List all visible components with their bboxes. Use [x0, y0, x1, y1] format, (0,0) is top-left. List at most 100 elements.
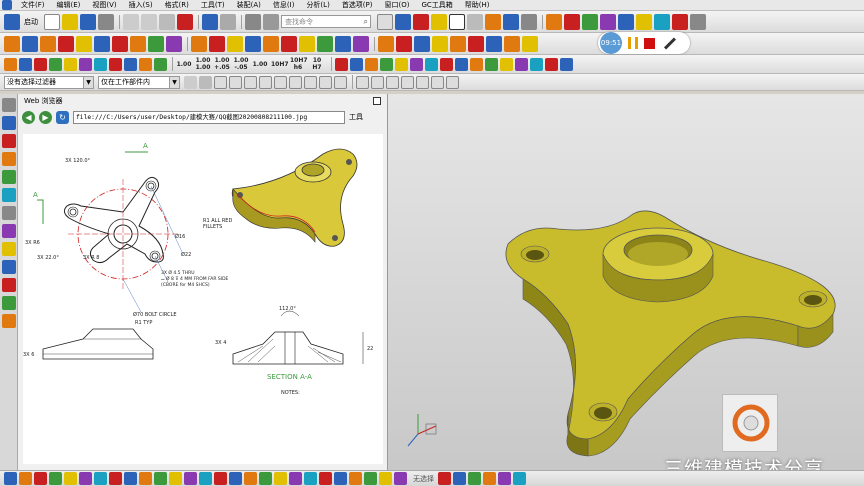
subtract-icon[interactable]	[209, 35, 225, 52]
pen-icon[interactable]	[663, 36, 677, 50]
extrude-icon[interactable]	[22, 35, 38, 52]
view-orient-icon[interactable]	[467, 13, 483, 30]
sketch-chamfer-icon[interactable]	[94, 57, 107, 71]
new-file-icon[interactable]	[44, 13, 60, 30]
snap-midpoint-icon[interactable]	[229, 75, 242, 89]
chevron-down-icon[interactable]: ▼	[169, 76, 179, 88]
snap-on-face-icon[interactable]	[334, 75, 347, 89]
menu-file[interactable]: 文件(F)	[15, 0, 51, 10]
snap-pole-icon[interactable]	[431, 75, 444, 89]
bridge-icon[interactable]	[515, 57, 528, 71]
shade-icon[interactable]	[449, 13, 465, 30]
display-icon[interactable]	[431, 13, 447, 30]
sew-icon[interactable]	[560, 57, 573, 71]
redo-icon[interactable]	[220, 13, 236, 30]
precision-1[interactable]: 1.00	[176, 61, 192, 68]
datum-csys-icon[interactable]	[414, 35, 430, 52]
menu-help[interactable]: 帮助(H)	[459, 0, 496, 10]
process-studio-icon[interactable]	[2, 242, 16, 256]
tb-bottom-6-icon[interactable]	[79, 472, 92, 485]
tb-bottom-20-icon[interactable]	[289, 472, 302, 485]
tolerance-3[interactable]: 10 H7	[309, 57, 325, 71]
groove-icon[interactable]	[148, 35, 164, 52]
start-menu-label[interactable]: 启动	[22, 17, 40, 27]
address-bar-input[interactable]: file:///C:/Users/user/Desktop/建模大赛/QQ截图2…	[73, 110, 345, 124]
palette-icon[interactable]	[2, 314, 16, 328]
menu-view[interactable]: 视图(V)	[86, 0, 122, 10]
reuse-library-icon[interactable]	[2, 152, 16, 166]
undo-icon[interactable]	[202, 13, 218, 30]
precision-3[interactable]: 1.00 +.05	[214, 57, 230, 71]
assembly-navigator-icon[interactable]	[2, 98, 16, 112]
snap-on-curve-icon[interactable]	[319, 75, 332, 89]
menu-window[interactable]: 窗口(O)	[379, 0, 416, 10]
chevron-down-icon[interactable]: ▼	[83, 76, 93, 88]
replace-face-icon[interactable]	[486, 35, 502, 52]
tb-bottom-17-icon[interactable]	[244, 472, 257, 485]
history-icon[interactable]	[2, 206, 16, 220]
sketch-point-tool-icon[interactable]	[498, 472, 511, 485]
tb-bottom-22-icon[interactable]	[319, 472, 332, 485]
tb-bottom-8-icon[interactable]	[109, 472, 122, 485]
open-folder-icon[interactable]	[62, 13, 78, 30]
panel-close-icon[interactable]	[373, 97, 381, 105]
boss-icon[interactable]	[76, 35, 92, 52]
precision-2[interactable]: 1.00 1.00	[195, 57, 211, 71]
project-icon[interactable]	[455, 57, 468, 71]
snap-quadrant-icon[interactable]	[289, 75, 302, 89]
snap-intersect-icon[interactable]	[259, 75, 272, 89]
shell-icon[interactable]	[245, 35, 261, 52]
tb-bottom-5-icon[interactable]	[64, 472, 77, 485]
system-materials-icon[interactable]	[2, 224, 16, 238]
datum-axis-icon[interactable]	[396, 35, 412, 52]
part-model-svg[interactable]	[388, 94, 864, 470]
sketch-line-tool-icon[interactable]	[438, 472, 451, 485]
section-view-icon[interactable]	[521, 13, 537, 30]
copy-icon[interactable]	[141, 13, 157, 30]
menu-preferences[interactable]: 首选项(P)	[336, 0, 379, 10]
tb-bottom-19-icon[interactable]	[274, 472, 287, 485]
menu-assembly[interactable]: 装配(A)	[231, 0, 267, 10]
draft-icon[interactable]	[299, 35, 315, 52]
type-filter-select[interactable]: 没有选择过滤器 ▼	[4, 75, 94, 89]
show-constraint-icon[interactable]	[365, 57, 378, 71]
roles-icon[interactable]	[2, 278, 16, 292]
tb-bottom-24-icon[interactable]	[349, 472, 362, 485]
sketch-line-icon[interactable]	[19, 57, 32, 71]
search-icon[interactable]: ⌕	[364, 17, 370, 27]
snap-center-icon[interactable]	[274, 75, 287, 89]
sketch-arc-icon[interactable]	[34, 57, 47, 71]
graphics-window[interactable]: 三维建模技术分享	[388, 94, 864, 470]
tb-bottom-11-icon[interactable]	[154, 472, 167, 485]
sketch-icon[interactable]	[4, 35, 20, 52]
rib-icon[interactable]	[166, 35, 182, 52]
wcs-dynamic-icon[interactable]	[582, 13, 598, 30]
snap-bounded-icon[interactable]	[416, 75, 429, 89]
tb-bottom-12-icon[interactable]	[169, 472, 182, 485]
nx-app-icon[interactable]	[2, 0, 12, 10]
constraint-navigator-icon[interactable]	[2, 116, 16, 130]
menu-gc-toolbox[interactable]: GC工具箱	[415, 0, 458, 10]
analysis-icon[interactable]	[503, 13, 519, 30]
hd3d-icon[interactable]	[2, 170, 16, 184]
select-all-icon[interactable]	[184, 75, 197, 89]
snap-angle-icon[interactable]	[386, 75, 399, 89]
pause-icon[interactable]	[628, 37, 638, 49]
refresh-icon[interactable]: ↻	[56, 110, 69, 124]
sketch-fillet-icon[interactable]	[79, 57, 92, 71]
wcs-set-icon[interactable]	[690, 13, 706, 30]
tb-bottom-13-icon[interactable]	[184, 472, 197, 485]
tb-bottom-1-icon[interactable]	[4, 472, 17, 485]
chamfer-icon[interactable]	[281, 35, 297, 52]
snap-cursor-icon[interactable]	[446, 75, 459, 89]
tb-bottom-23-icon[interactable]	[334, 472, 347, 485]
auto-constraint-icon[interactable]	[350, 57, 363, 71]
system-scene-icon[interactable]	[2, 296, 16, 310]
revolve-icon[interactable]	[40, 35, 56, 52]
tb-bottom-9-icon[interactable]	[124, 472, 137, 485]
menu-edit[interactable]: 编辑(E)	[51, 0, 87, 10]
command-search-input[interactable]: 查找命令 ⌕	[281, 15, 371, 28]
paste-icon[interactable]	[159, 13, 175, 30]
sketch-arc-tool-icon[interactable]	[483, 472, 496, 485]
tb-bottom-27-icon[interactable]	[394, 472, 407, 485]
